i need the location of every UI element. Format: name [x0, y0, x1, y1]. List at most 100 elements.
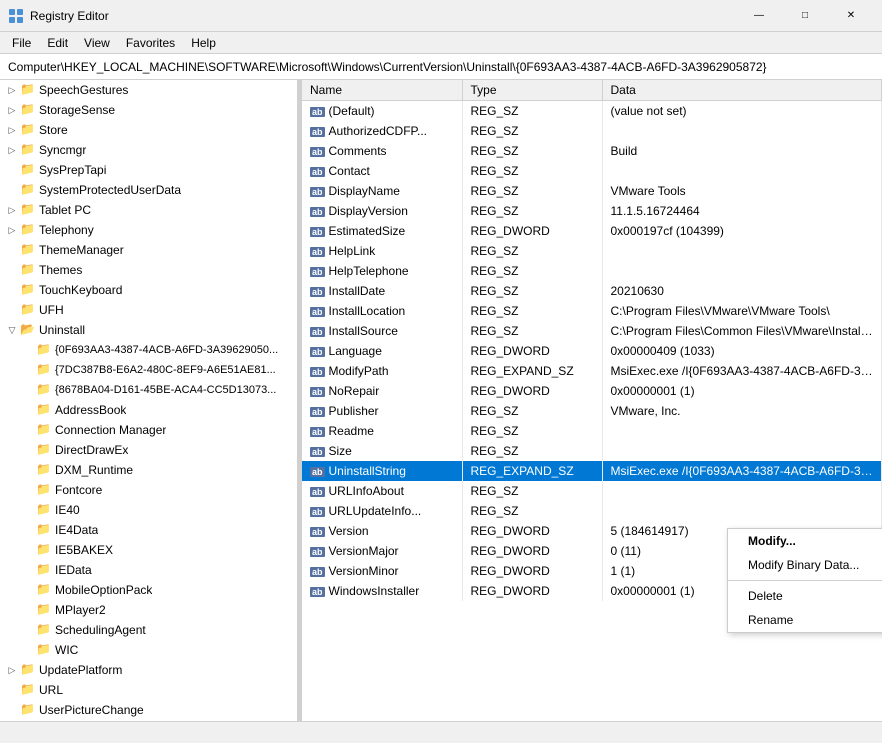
cell-name: abReadme [302, 421, 462, 441]
tree-node-ufh[interactable]: ▷ 📁 UFH [0, 300, 297, 320]
table-row[interactable]: abDisplayNameREG_SZVMware Tools [302, 181, 882, 201]
menu-help[interactable]: Help [183, 34, 224, 52]
expand-tabletpc[interactable]: ▷ [4, 202, 20, 218]
table-row[interactable]: abAuthorizedCDFP...REG_SZ [302, 121, 882, 141]
table-row[interactable]: abHelpLinkREG_SZ [302, 241, 882, 261]
tree-node-fontcore[interactable]: ▷ 📁 Fontcore [0, 480, 297, 500]
context-menu-separator [728, 580, 882, 581]
table-row[interactable]: abInstallDateREG_SZ20210630 [302, 281, 882, 301]
expand-telephony[interactable]: ▷ [4, 222, 20, 238]
tree-node-key1[interactable]: ▷ 📁 {0F693AA3-4387-4ACB-A6FD-3A39629050.… [0, 340, 297, 360]
tree-node-speechgestures[interactable]: ▷ 📁 SpeechGestures [0, 80, 297, 100]
tree-node-ie4data[interactable]: ▷ 📁 IE4Data [0, 520, 297, 540]
cell-type: REG_EXPAND_SZ [462, 361, 602, 381]
tree-node-url[interactable]: ▷ 📁 URL [0, 680, 297, 700]
tree-node-thememanager[interactable]: ▷ 📁 ThemeManager [0, 240, 297, 260]
tree-node-mplayer2[interactable]: ▷ 📁 MPlayer2 [0, 600, 297, 620]
table-row[interactable]: abLanguageREG_DWORD0x00000409 (1033) [302, 341, 882, 361]
col-data[interactable]: Data [602, 80, 882, 101]
table-row[interactable]: abHelpTelephoneREG_SZ [302, 261, 882, 281]
table-row[interactable]: abDisplayVersionREG_SZ11.1.5.16724464 [302, 201, 882, 221]
tree-node-iedata[interactable]: ▷ 📁 IEData [0, 560, 297, 580]
table-row[interactable]: abNoRepairREG_DWORD0x00000001 (1) [302, 381, 882, 401]
table-row[interactable]: abCommentsREG_SZBuild [302, 141, 882, 161]
menu-bar: File Edit View Favorites Help [0, 32, 882, 54]
table-row[interactable]: abSizeREG_SZ [302, 441, 882, 461]
cell-type: REG_SZ [462, 421, 602, 441]
tree-node-key3[interactable]: ▷ 📁 {8678BA04-D161-45BE-ACA4-CC5D13073..… [0, 380, 297, 400]
table-row[interactable]: abReadmeREG_SZ [302, 421, 882, 441]
table-row[interactable]: abURLInfoAboutREG_SZ [302, 481, 882, 501]
table-row[interactable]: abURLUpdateInfo...REG_SZ [302, 501, 882, 521]
cell-data: Build [602, 141, 882, 161]
tree-node-touchkeyboard[interactable]: ▷ 📁 TouchKeyboard [0, 280, 297, 300]
tree-node-key2[interactable]: ▷ 📁 {7DC387B8-E6A2-480C-8EF9-A6E51AE81..… [0, 360, 297, 380]
table-row[interactable]: abPublisherREG_SZVMware, Inc. [302, 401, 882, 421]
cell-type: REG_DWORD [462, 521, 602, 541]
tree-node-syspreptapi[interactable]: ▷ 📁 SysPrepTapi [0, 160, 297, 180]
table-row[interactable]: abModifyPathREG_EXPAND_SZMsiExec.exe /I{… [302, 361, 882, 381]
tree-node-userstate[interactable]: ▷ 📁 UserState [0, 720, 297, 721]
cell-name: abAuthorizedCDFP... [302, 121, 462, 141]
node-label-mplayer2: MPlayer2 [55, 603, 106, 617]
expand-store[interactable]: ▷ [4, 122, 20, 138]
cell-type: REG_SZ [462, 441, 602, 461]
col-name[interactable]: Name [302, 80, 462, 101]
tree-node-directdrawex[interactable]: ▷ 📁 DirectDrawEx [0, 440, 297, 460]
expand-syncmgr[interactable]: ▷ [4, 142, 20, 158]
tree-node-addressbook[interactable]: ▷ 📁 AddressBook [0, 400, 297, 420]
cell-type: REG_EXPAND_SZ [462, 461, 602, 481]
context-menu-modify-binary[interactable]: Modify Binary Data... [728, 553, 882, 577]
tree-node-uninstall[interactable]: ▽ 📂 Uninstall [0, 320, 297, 340]
address-path[interactable]: Computer\HKEY_LOCAL_MACHINE\SOFTWARE\Mic… [8, 60, 767, 74]
tree-node-syncmgr[interactable]: ▷ 📁 Syncmgr [0, 140, 297, 160]
table-row[interactable]: abContactREG_SZ [302, 161, 882, 181]
tree-node-telephony[interactable]: ▷ 📁 Telephony [0, 220, 297, 240]
node-label-syspreptapi: SysPrepTapi [39, 163, 106, 177]
expand-speechgestures[interactable]: ▷ [4, 82, 20, 98]
node-label-schedulingagent: SchedulingAgent [55, 623, 146, 637]
menu-favorites[interactable]: Favorites [118, 34, 183, 52]
menu-edit[interactable]: Edit [39, 34, 76, 52]
table-row[interactable]: ab(Default)REG_SZ(value not set) [302, 101, 882, 121]
tree-node-schedulingagent[interactable]: ▷ 📁 SchedulingAgent [0, 620, 297, 640]
cell-type: REG_DWORD [462, 561, 602, 581]
minimize-button[interactable]: — [736, 0, 782, 32]
close-button[interactable]: ✕ [828, 0, 874, 32]
tree-node-tabletpc[interactable]: ▷ 📁 Tablet PC [0, 200, 297, 220]
expand-updateplatform[interactable]: ▷ [4, 662, 20, 678]
context-menu-modify[interactable]: Modify... [728, 529, 882, 553]
cell-type: REG_SZ [462, 501, 602, 521]
col-type[interactable]: Type [462, 80, 602, 101]
maximize-button[interactable]: □ [782, 0, 828, 32]
tree-node-systemprotected[interactable]: ▷ 📁 SystemProtectedUserData [0, 180, 297, 200]
node-label-thememanager: ThemeManager [39, 243, 124, 257]
cell-name: abURLInfoAbout [302, 481, 462, 501]
tree-node-updateplatform[interactable]: ▷ 📁 UpdatePlatform [0, 660, 297, 680]
menu-file[interactable]: File [4, 34, 39, 52]
tree-node-themes[interactable]: ▷ 📁 Themes [0, 260, 297, 280]
tree-node-ie5bakex[interactable]: ▷ 📁 IE5BAKEX [0, 540, 297, 560]
tree-node-dxmruntime[interactable]: ▷ 📁 DXM_Runtime [0, 460, 297, 480]
context-menu-rename[interactable]: Rename [728, 608, 882, 632]
cell-type: REG_SZ [462, 321, 602, 341]
tree-node-store[interactable]: ▷ 📁 Store [0, 120, 297, 140]
folder-icon-mplayer2: 📁 [36, 602, 52, 618]
expand-uninstall[interactable]: ▽ [4, 322, 20, 338]
context-menu-delete[interactable]: Delete [728, 584, 882, 608]
tree-node-connmgr[interactable]: ▷ 📁 Connection Manager [0, 420, 297, 440]
tree-node-mobileoptionpack[interactable]: ▷ 📁 MobileOptionPack [0, 580, 297, 600]
table-row[interactable]: abEstimatedSizeREG_DWORD0x000197cf (1043… [302, 221, 882, 241]
tree-node-storagesense[interactable]: ▷ 📁 StorageSense [0, 100, 297, 120]
table-row[interactable]: abInstallLocationREG_SZC:\Program Files\… [302, 301, 882, 321]
tree-node-wic[interactable]: ▷ 📁 WIC [0, 640, 297, 660]
folder-icon-directdrawex: 📁 [36, 442, 52, 458]
expand-storagesense[interactable]: ▷ [4, 102, 20, 118]
tree-node-userpicturechange[interactable]: ▷ 📁 UserPictureChange [0, 700, 297, 720]
folder-icon-url: 📁 [20, 682, 36, 698]
node-label-mobileoptionpack: MobileOptionPack [55, 583, 152, 597]
tree-node-ie40[interactable]: ▷ 📁 IE40 [0, 500, 297, 520]
table-row[interactable]: abUninstallStringREG_EXPAND_SZMsiExec.ex… [302, 461, 882, 481]
menu-view[interactable]: View [76, 34, 118, 52]
table-row[interactable]: abInstallSourceREG_SZC:\Program Files\Co… [302, 321, 882, 341]
